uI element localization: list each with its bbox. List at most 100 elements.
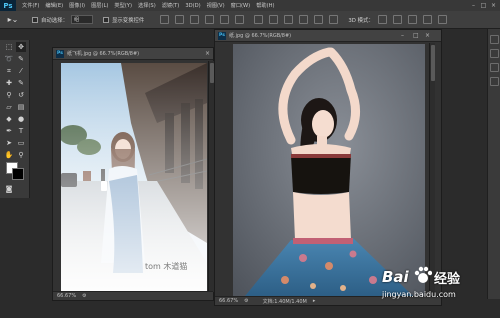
menu-filter[interactable]: 滤镜(T) <box>162 2 180 9</box>
tools-panel: ⬚ ✥ ➰ ✎ ⌗ ⁄ ✚ ✎ ⚲ ↺ ▱ ▤ ◆ ● ✒ T ➤ ▭ ✋ ⚲ … <box>0 40 30 198</box>
brush-tool-icon[interactable]: ✎ <box>16 78 26 88</box>
status-bar-left: 66.67% ⚙ <box>53 291 213 300</box>
status-menu-icon[interactable]: ⚙ <box>82 293 86 299</box>
ps-logo: Ps <box>0 0 16 11</box>
status-menu-icon[interactable]: ⚙ <box>244 298 248 304</box>
document-titlebar-right[interactable]: Ps 纸.jpg @ 66.7%(RGB/8#) – □ × <box>215 30 441 42</box>
close-icon[interactable]: × <box>490 2 497 9</box>
move-tool-preset-icon[interactable]: ▸⌄ <box>4 14 22 26</box>
options-bar: ▸⌄ 自动选择： 组 显示变换控件 3D 模式： <box>0 11 500 29</box>
watermark-url: jingyan.baidu.com <box>382 290 456 299</box>
menu-bar: Ps 文件(F) 编辑(E) 图像(I) 图层(L) 类型(Y) 选择(S) 滤… <box>0 0 500 11</box>
document-close-icon[interactable]: × <box>205 51 210 57</box>
3d-rotate-icon[interactable] <box>377 15 387 24</box>
eraser-tool-icon[interactable]: ▱ <box>4 102 14 112</box>
document-close-icon[interactable]: × <box>425 33 430 39</box>
document-restore-icon[interactable]: □ <box>413 33 419 39</box>
show-transform-checkbox[interactable] <box>102 16 109 23</box>
align-vcenter-icon[interactable] <box>175 15 185 24</box>
shape-tool-icon[interactable]: ▭ <box>16 138 26 148</box>
photo-watermark-left: tom 木道猫 <box>145 262 188 271</box>
paragraph-panel-icon[interactable] <box>490 77 499 86</box>
maximize-icon[interactable]: □ <box>480 2 487 9</box>
document-window-right: Ps 纸.jpg @ 66.7%(RGB/8#) – □ × 66.67% ⚙ … <box>214 29 442 306</box>
clone-stamp-tool-icon[interactable]: ⚲ <box>4 90 14 100</box>
menu-view[interactable]: 视图(V) <box>207 2 225 9</box>
menu-layer[interactable]: 图层(L) <box>91 2 108 9</box>
paw-icon <box>414 266 433 284</box>
align-left-icon[interactable] <box>205 15 215 24</box>
status-arrow-icon[interactable]: ▸ <box>313 298 316 304</box>
photo-street-girl <box>61 63 207 291</box>
menu-image[interactable]: 图像(I) <box>69 2 85 9</box>
baidu-jingyan-watermark: Bai 经验 jingyan.baidu.com <box>382 266 490 314</box>
3d-mode-label: 3D 模式： <box>348 17 374 24</box>
properties-panel-icon[interactable] <box>490 49 499 58</box>
menu-window[interactable]: 窗口(W) <box>231 2 251 9</box>
character-panel-icon[interactable] <box>490 63 499 72</box>
auto-select-dropdown[interactable]: 组 <box>70 15 93 24</box>
distribute-right-icon[interactable] <box>329 15 339 24</box>
move-tool-icon[interactable]: ✥ <box>16 42 26 52</box>
document-minimize-icon[interactable]: – <box>401 33 404 39</box>
align-top-icon[interactable] <box>160 15 170 24</box>
vertical-scrollbar-right[interactable] <box>429 43 435 297</box>
document-titlebar-left[interactable]: Ps 纸飞机.jpg @ 66.7%(RGB/8#) × <box>53 48 213 60</box>
distribute-top-icon[interactable] <box>254 15 264 24</box>
3d-scale-icon[interactable] <box>437 15 447 24</box>
document-window-left: Ps 纸飞机.jpg @ 66.7%(RGB/8#) × tom 木道猫 66.… <box>52 47 214 301</box>
menu-file[interactable]: 文件(F) <box>22 2 39 9</box>
ps-doc-icon: Ps <box>218 31 226 40</box>
blur-tool-icon[interactable]: ◆ <box>4 114 14 124</box>
menu-select[interactable]: 选择(S) <box>138 2 156 9</box>
history-panel-icon[interactable] <box>490 35 499 44</box>
menu-help[interactable]: 帮助(H) <box>256 2 274 9</box>
zoom-level-right[interactable]: 66.67% <box>219 298 238 304</box>
distribute-vcenter-icon[interactable] <box>269 15 279 24</box>
3d-slide-icon[interactable] <box>422 15 432 24</box>
lasso-tool-icon[interactable]: ➰ <box>4 54 14 64</box>
collapsed-panel-dock <box>487 29 500 299</box>
align-hcenter-icon[interactable] <box>220 15 230 24</box>
menu-3d[interactable]: 3D(D) <box>185 3 200 9</box>
crop-tool-icon[interactable]: ⌗ <box>4 66 14 76</box>
minimize-icon[interactable]: – <box>470 2 477 9</box>
menu-edit[interactable]: 编辑(E) <box>45 2 63 9</box>
menu-type[interactable]: 类型(Y) <box>114 2 132 9</box>
dodge-tool-icon[interactable]: ● <box>16 114 26 124</box>
marquee-tool-icon[interactable]: ⬚ <box>4 42 14 52</box>
distribute-left-icon[interactable] <box>299 15 309 24</box>
zoom-level-left[interactable]: 66.67% <box>57 293 76 299</box>
canvas-right[interactable] <box>233 44 425 296</box>
3d-roll-icon[interactable] <box>392 15 402 24</box>
align-right-icon[interactable] <box>235 15 245 24</box>
type-tool-icon[interactable]: T <box>16 126 26 136</box>
photo-dancer <box>233 44 425 296</box>
show-transform-label: 显示变换控件 <box>111 17 145 24</box>
quick-select-tool-icon[interactable]: ✎ <box>16 54 26 64</box>
align-bottom-icon[interactable] <box>190 15 200 24</box>
document-title-right: 纸.jpg @ 66.7%(RGB/8#) <box>229 33 292 39</box>
3d-pan-icon[interactable] <box>407 15 417 24</box>
auto-select-checkbox[interactable] <box>32 16 38 23</box>
document-title-left: 纸飞机.jpg @ 66.7%(RGB/8#) <box>67 51 140 57</box>
document-size-info: 文档:1.40M/1.40M <box>262 298 307 305</box>
scroll-thumb-right[interactable] <box>431 45 435 81</box>
canvas-left[interactable]: tom 木道猫 <box>61 63 207 291</box>
path-select-tool-icon[interactable]: ➤ <box>4 138 14 148</box>
background-color-swatch[interactable] <box>12 168 24 180</box>
distribute-bottom-icon[interactable] <box>284 15 294 24</box>
gradient-tool-icon[interactable]: ▤ <box>16 102 26 112</box>
quick-mask-icon[interactable]: ◙ <box>4 184 14 194</box>
history-brush-tool-icon[interactable]: ↺ <box>16 90 26 100</box>
auto-select-label: 自动选择： <box>41 17 68 24</box>
ps-doc-icon: Ps <box>56 49 64 58</box>
distribute-hcenter-icon[interactable] <box>314 15 324 24</box>
watermark-brand: Bai <box>382 268 409 286</box>
pen-tool-icon[interactable]: ✒ <box>4 126 14 136</box>
zoom-tool-icon[interactable]: ⚲ <box>16 150 26 160</box>
healing-brush-tool-icon[interactable]: ✚ <box>4 78 14 88</box>
hand-tool-icon[interactable]: ✋ <box>4 150 14 160</box>
eyedropper-tool-icon[interactable]: ⁄ <box>16 66 26 76</box>
photoshop-window: Ps 文件(F) 编辑(E) 图像(I) 图层(L) 类型(Y) 选择(S) 滤… <box>0 0 500 318</box>
